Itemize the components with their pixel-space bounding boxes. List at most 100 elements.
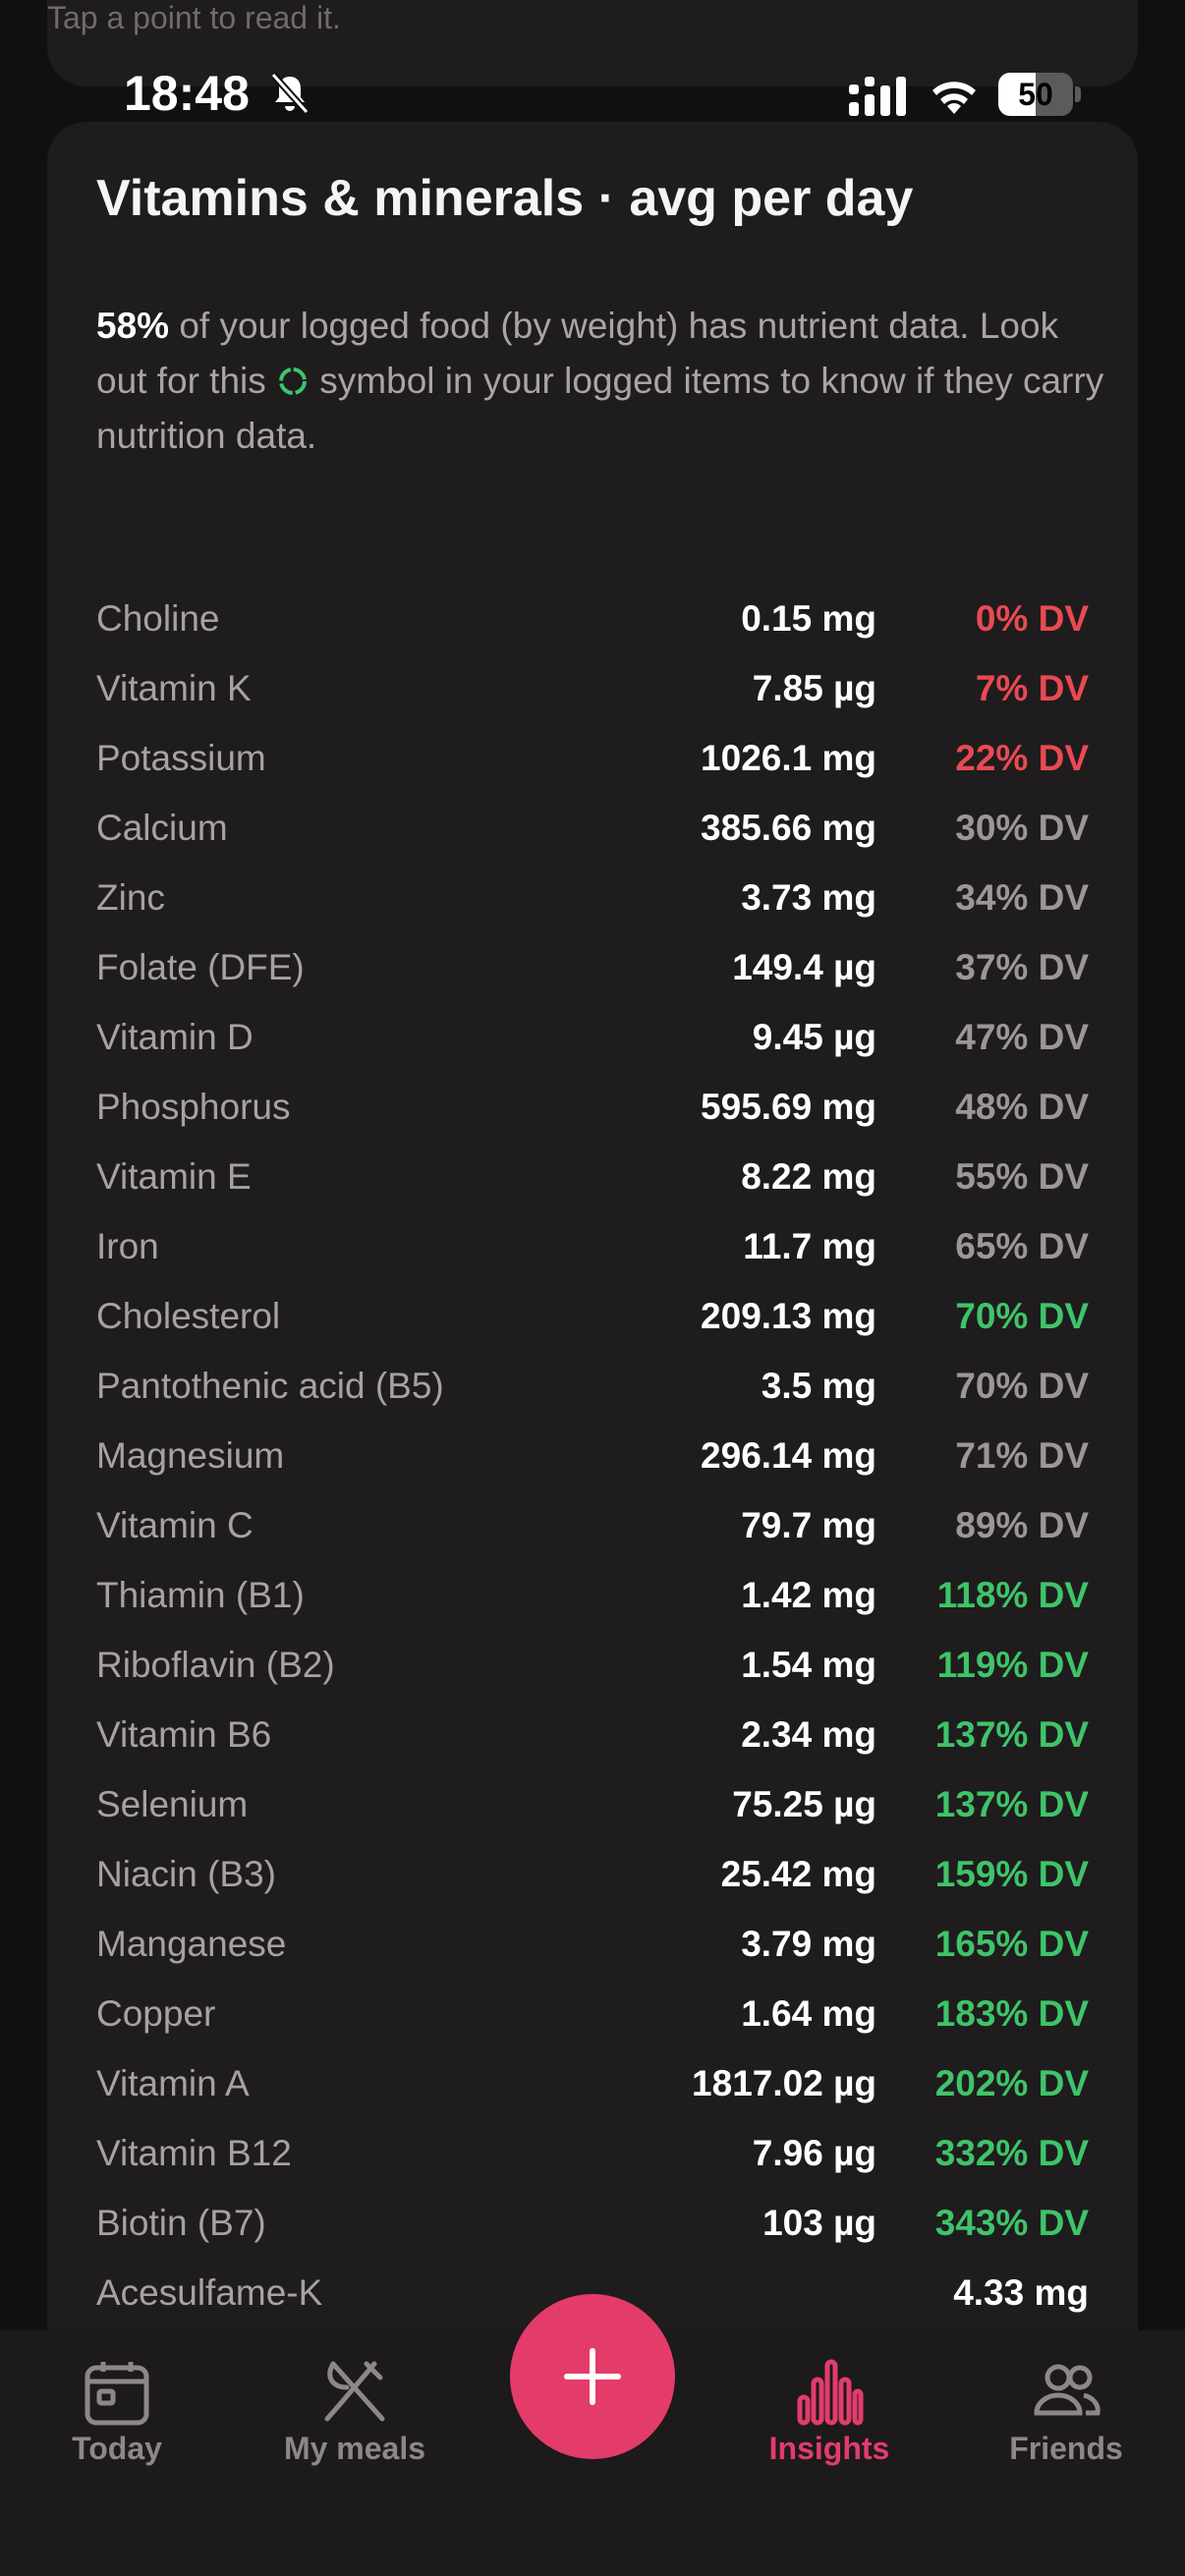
nutrient-name: Vitamin D [96, 1017, 254, 1057]
nutrient-daily-value: 70% DV [955, 1296, 1089, 1336]
nutrient-row[interactable]: Potassium 1026.1 mg 22% DV [96, 723, 1089, 793]
nutrient-name: Magnesium [96, 1435, 285, 1476]
nutrient-row[interactable]: Zinc 3.73 mg 34% DV [96, 863, 1089, 932]
nutrient-daily-value: 118% DV [936, 1575, 1089, 1615]
nutrient-name: Vitamin A [96, 2063, 250, 2103]
nutrient-row[interactable]: Manganese 3.79 mg 165% DV [96, 1909, 1089, 1979]
nutrient-amount: 25.42 mg [720, 1854, 876, 1894]
nutrient-row[interactable]: Riboflavin (B2) 1.54 mg 119% DV [96, 1630, 1089, 1700]
nutrient-name: Potassium [96, 738, 266, 778]
nutrient-daily-value: 137% DV [934, 1714, 1089, 1755]
nutrient-row[interactable]: Vitamin E 8.22 mg 55% DV [96, 1142, 1089, 1211]
nav-today-label: Today [72, 2431, 162, 2466]
nutrient-name: Phosphorus [96, 1087, 291, 1127]
nav-insights-label: Insights [768, 2431, 890, 2466]
battery-indicator: 50 [998, 73, 1081, 116]
coverage-percent: 58% [96, 306, 170, 346]
nutrient-coverage-note: 58% of your logged food (by weight) has … [96, 299, 1118, 464]
nutrient-row[interactable]: Niacin (B3) 25.42 mg 159% DV [96, 1839, 1089, 1909]
nutrient-amount: 7.96 µg [752, 2133, 876, 2173]
nutrient-row[interactable]: Vitamin C 79.7 mg 89% DV [96, 1490, 1089, 1560]
nutrient-row[interactable]: Calcium 385.66 mg 30% DV [96, 793, 1089, 863]
nutrient-name: Selenium [96, 1784, 249, 1824]
nutrient-row[interactable]: Selenium 75.25 µg 137% DV [96, 1769, 1089, 1839]
nutrient-daily-value: 89% DV [955, 1505, 1089, 1545]
nutrient-amount: 7.85 µg [752, 668, 876, 708]
nutrition-data-ring-icon [276, 359, 310, 395]
nutrient-row[interactable]: Thiamin (B1) 1.42 mg 118% DV [96, 1560, 1089, 1630]
nutrient-row[interactable]: Phosphorus 595.69 mg 48% DV [96, 1072, 1089, 1142]
calendar-icon [85, 2362, 149, 2426]
nutrient-row[interactable]: Biotin (B7) 103 µg 343% DV [96, 2188, 1089, 2258]
nutrient-name: Biotin (B7) [96, 2203, 266, 2243]
nutrient-list: Choline 0.15 mg 0% DV Vitamin K 7.85 µg 7% DV… [96, 584, 1089, 2467]
nutrient-daily-value: 37% DV [955, 947, 1089, 987]
nutrient-name: Copper [96, 1993, 216, 2034]
nutrient-daily-value: 22% DV [955, 738, 1089, 778]
nutrient-daily-value: 332% DV [934, 2133, 1089, 2173]
nav-friends-label: Friends [1009, 2431, 1123, 2466]
nutrient-amount: 75.25 µg [732, 1784, 876, 1824]
nutrient-amount: 1.42 mg [741, 1575, 876, 1615]
nav-today[interactable]: Today [19, 2330, 215, 2478]
nutrient-daily-value: 70% DV [955, 1366, 1089, 1406]
nav-insights[interactable]: Insights [731, 2330, 928, 2478]
nutrient-amount: 2.34 mg [741, 1714, 876, 1755]
nutrient-name: Iron [96, 1226, 159, 1266]
add-food-button[interactable] [510, 2294, 675, 2459]
nutrient-amount: 595.69 mg [701, 1087, 876, 1127]
nutrient-row[interactable]: Iron 11.7 mg 65% DV [96, 1211, 1089, 1281]
nutrient-row[interactable]: Vitamin A 1817.02 µg 202% DV [96, 2048, 1089, 2118]
nutrient-daily-value: 34% DV [955, 877, 1089, 918]
status-time: 18:48 [124, 66, 250, 121]
plus-icon [564, 2348, 621, 2405]
nutrient-daily-value: 119% DV [936, 1645, 1089, 1685]
nutrient-row[interactable]: Vitamin D 9.45 µg 47% DV [96, 1002, 1089, 1072]
nutrient-name: Vitamin K [96, 668, 252, 708]
nutrient-name: Vitamin B12 [96, 2133, 292, 2173]
nutrient-amount: 1.54 mg [741, 1645, 876, 1685]
vitamins-minerals-card: Vitamins & minerals · avg per day 58% of… [47, 122, 1138, 2576]
nutrient-name: Pantothenic acid (B5) [96, 1366, 444, 1406]
nutrient-row[interactable]: Folate (DFE) 149.4 µg 37% DV [96, 932, 1089, 1002]
nutrient-daily-value: 343% DV [934, 2203, 1089, 2243]
nutrient-amount: 385.66 mg [701, 808, 876, 848]
nutrient-amount: 3.5 mg [761, 1366, 876, 1406]
nutrient-amount: 11.7 mg [743, 1226, 876, 1266]
nutrient-row[interactable]: Vitamin B6 2.34 mg 137% DV [96, 1700, 1089, 1769]
nutrient-name: Thiamin (B1) [96, 1575, 305, 1615]
nutrient-daily-value: 71% DV [955, 1435, 1089, 1476]
nutrient-name: Manganese [96, 1924, 287, 1964]
nav-friends[interactable]: Friends [968, 2330, 1164, 2478]
nutrient-amount: 9.45 µg [752, 1017, 876, 1057]
nutrient-amount: 79.7 mg [741, 1505, 876, 1545]
card-title: Vitamins & minerals · avg per day [96, 170, 914, 227]
nutrient-amount: 8.22 mg [741, 1156, 876, 1197]
nutrient-row[interactable]: Copper 1.64 mg 183% DV [96, 1979, 1089, 2048]
nutrient-amount: 1817.02 µg [692, 2063, 876, 2103]
battery-level: 50 [1018, 77, 1053, 112]
nutrient-amount: 4.33 mg [953, 2272, 1089, 2313]
nutrient-row[interactable]: Vitamin B12 7.96 µg 332% DV [96, 2118, 1089, 2188]
nutrient-row[interactable]: Vitamin K 7.85 µg 7% DV [96, 653, 1089, 723]
fork-knife-icon [324, 2361, 385, 2422]
nutrient-name: Calcium [96, 808, 228, 848]
nutrient-amount: 3.73 mg [741, 877, 876, 918]
nutrient-amount: 296.14 mg [701, 1435, 876, 1476]
nav-my-meals[interactable]: My meals [256, 2330, 453, 2478]
nutrient-daily-value: 30% DV [955, 808, 1089, 848]
nutrient-row[interactable]: Pantothenic acid (B5) 3.5 mg 70% DV [96, 1351, 1089, 1421]
nutrient-row[interactable]: Magnesium 296.14 mg 71% DV [96, 1421, 1089, 1490]
nav-my-meals-label: My meals [283, 2431, 426, 2466]
nutrient-amount: 1026.1 mg [701, 738, 876, 778]
cellular-signal-icon [849, 77, 906, 116]
nutrient-row[interactable]: Cholesterol 209.13 mg 70% DV [96, 1281, 1089, 1351]
nutrient-row[interactable]: Choline 0.15 mg 0% DV [96, 584, 1089, 653]
chart-hint: Tap a point to read it. [47, 0, 341, 35]
nutrient-amount: 103 µg [762, 2203, 876, 2243]
nutrient-daily-value: 137% DV [934, 1784, 1089, 1824]
bar-chart-icon [797, 2359, 864, 2426]
nutrient-name: Riboflavin (B2) [96, 1645, 335, 1685]
nutrient-amount: 0.15 mg [741, 598, 876, 639]
nutrient-name: Vitamin C [96, 1505, 254, 1545]
